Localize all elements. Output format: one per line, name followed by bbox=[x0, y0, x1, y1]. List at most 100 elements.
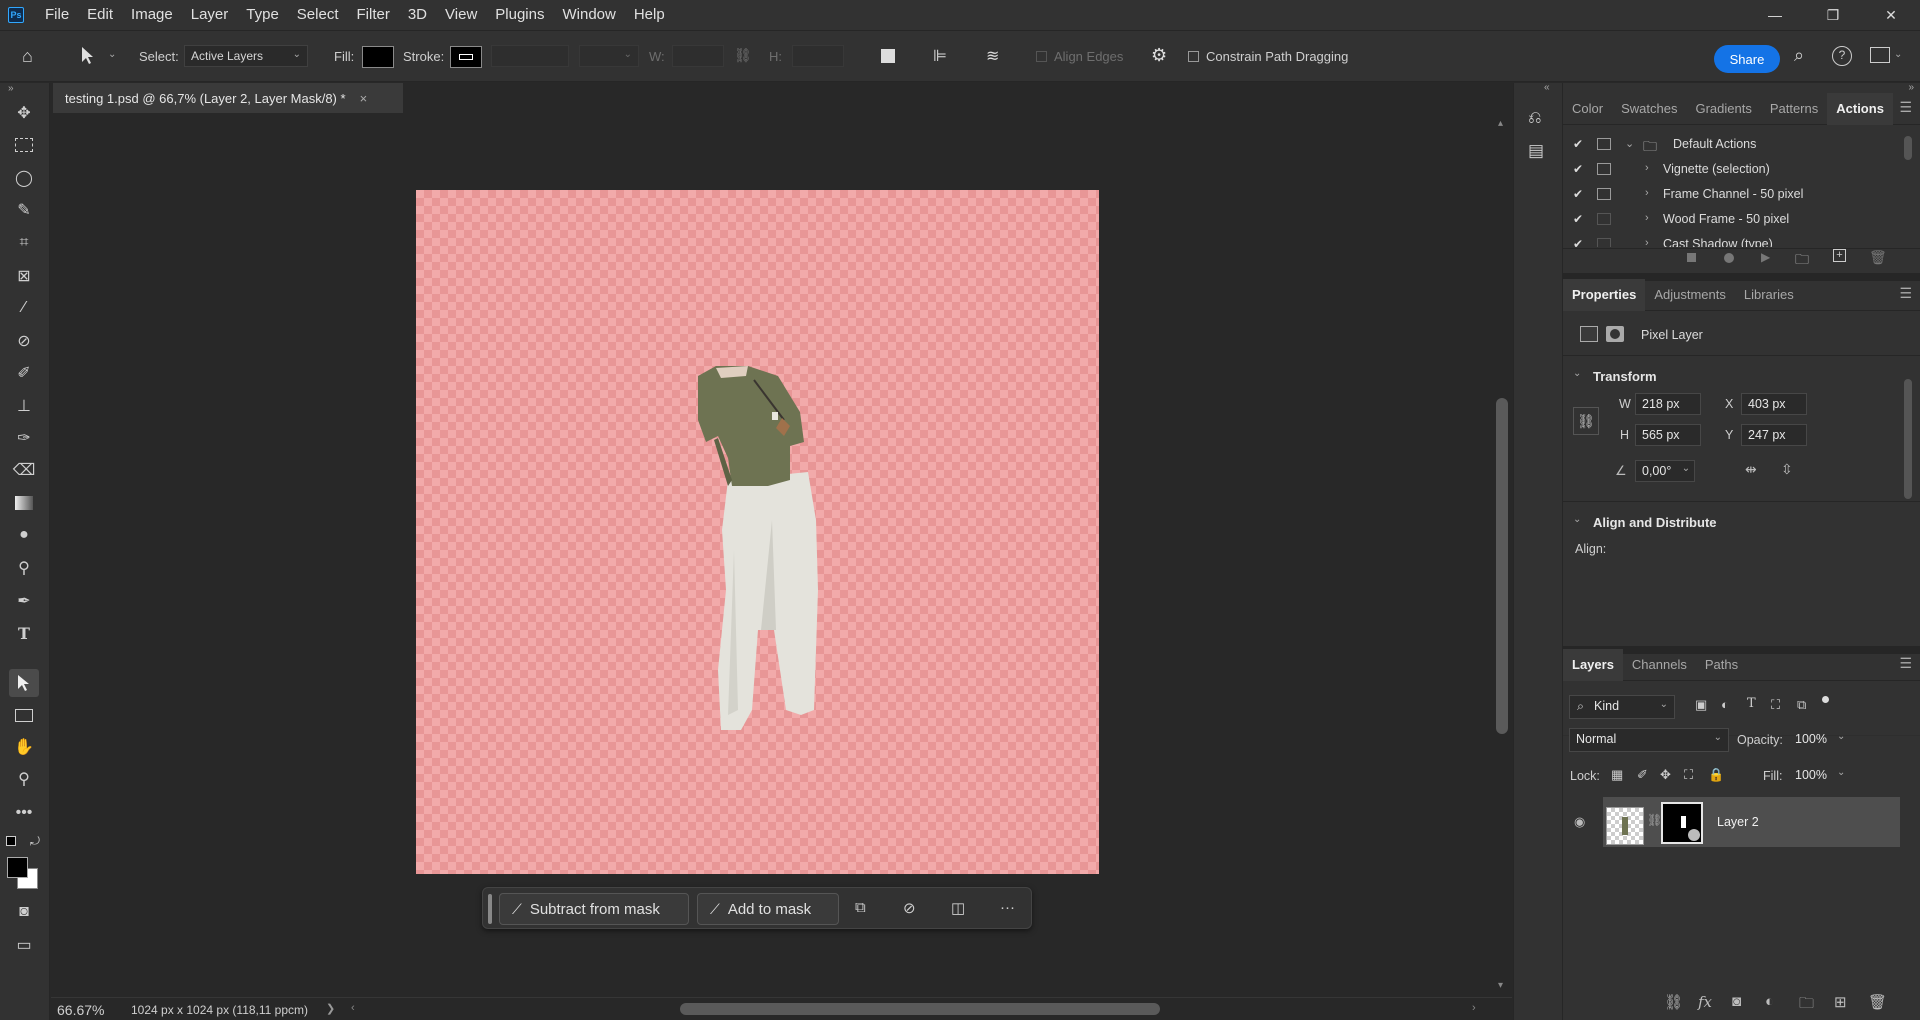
gear-icon[interactable]: ⚙ bbox=[1151, 45, 1167, 66]
panel-menu-icon[interactable]: ☰ bbox=[1899, 655, 1912, 672]
comments-icon[interactable]: ▤ bbox=[1528, 141, 1544, 161]
adjustment-filter-icon[interactable]: ◐ bbox=[1721, 697, 1729, 712]
menu-edit[interactable]: Edit bbox=[78, 0, 122, 30]
menu-window[interactable]: Window bbox=[553, 0, 624, 30]
eye-icon[interactable]: ◉ bbox=[1574, 814, 1585, 830]
select-subject-icon[interactable]: ⧉ bbox=[855, 899, 866, 916]
list-item[interactable]: ✔ › Cast Shadow (type) bbox=[1563, 233, 1903, 247]
stroke-swatch[interactable] bbox=[450, 46, 482, 68]
collapse-icon[interactable]: » bbox=[8, 83, 14, 94]
default-colors-icon[interactable] bbox=[6, 836, 16, 846]
brush-tool-icon[interactable]: ✐ bbox=[9, 359, 39, 387]
add-mask-icon[interactable]: ◙ bbox=[1732, 993, 1741, 1010]
menu-3d[interactable]: 3D bbox=[399, 0, 436, 30]
quick-mask-icon[interactable]: ◙ bbox=[9, 898, 39, 926]
close-button[interactable]: ✕ bbox=[1862, 0, 1920, 30]
select-dropdown[interactable]: Active Layers ⌄ bbox=[184, 45, 308, 67]
scroll-down-icon[interactable]: ▾ bbox=[1498, 980, 1503, 991]
document-tab[interactable]: testing 1.psd @ 66,7% (Layer 2, Layer Ma… bbox=[53, 83, 403, 113]
menu-view[interactable]: View bbox=[436, 0, 486, 30]
search-icon[interactable]: ⌕ bbox=[1794, 45, 1804, 66]
horizontal-scroll-thumb[interactable] bbox=[680, 1003, 1160, 1015]
lasso-tool-icon[interactable]: ◯ bbox=[9, 164, 39, 192]
layer-thumbnail[interactable] bbox=[1606, 807, 1644, 845]
quick-selection-tool-icon[interactable]: ✎ bbox=[9, 196, 39, 224]
help-icon[interactable]: ? bbox=[1832, 46, 1852, 66]
tab-color[interactable]: Color bbox=[1563, 93, 1612, 125]
mask-settings-icon[interactable]: ◫ bbox=[951, 899, 965, 917]
lock-pixels-icon[interactable]: ✐ bbox=[1637, 767, 1648, 783]
chevron-down-icon[interactable]: ⌄ bbox=[1894, 49, 1902, 60]
drag-handle[interactable] bbox=[488, 894, 492, 924]
swap-colors-icon[interactable]: ⤾ bbox=[30, 834, 40, 849]
menu-help[interactable]: Help bbox=[625, 0, 674, 30]
dialog-toggle-icon[interactable] bbox=[1597, 138, 1611, 150]
fx-icon[interactable]: fx bbox=[1698, 993, 1712, 1011]
fill-field[interactable]: 100% bbox=[1789, 765, 1841, 787]
adjustment-layer-icon[interactable]: ◐ bbox=[1765, 993, 1774, 1010]
layer-name[interactable]: Layer 2 bbox=[1717, 815, 1759, 829]
menu-type[interactable]: Type bbox=[237, 0, 288, 30]
new-layer-icon[interactable]: ⊞ bbox=[1834, 993, 1847, 1011]
image-filter-icon[interactable]: ▣ bbox=[1695, 697, 1707, 713]
scroll-left-icon[interactable]: ‹ bbox=[351, 1002, 355, 1014]
close-icon[interactable]: × bbox=[360, 91, 368, 106]
dialog-toggle-icon[interactable] bbox=[1597, 163, 1611, 175]
zoom-tool-icon[interactable]: ⚲ bbox=[9, 765, 39, 793]
lock-all-icon[interactable]: 🔒 bbox=[1708, 767, 1724, 783]
menu-image[interactable]: Image bbox=[122, 0, 182, 30]
minimize-button[interactable]: — bbox=[1746, 0, 1804, 30]
collapse-icon[interactable]: « bbox=[1544, 82, 1550, 93]
blur-tool-icon[interactable]: ● bbox=[9, 521, 39, 549]
chevron-down-icon[interactable]: ⌄ bbox=[1837, 767, 1845, 778]
frame-tool-icon[interactable]: ⊠ bbox=[9, 262, 39, 290]
width-field[interactable]: 218 px bbox=[1635, 393, 1701, 415]
document-canvas[interactable] bbox=[416, 190, 1099, 874]
properties-scrollbar[interactable] bbox=[1903, 363, 1913, 599]
menu-select[interactable]: Select bbox=[288, 0, 348, 30]
more-tools-icon[interactable]: ••• bbox=[9, 799, 39, 827]
dialog-toggle-icon[interactable] bbox=[1597, 238, 1611, 247]
record-icon[interactable] bbox=[1724, 253, 1734, 263]
list-item[interactable]: ✔ ⌄ 🗀 Default Actions bbox=[1563, 133, 1903, 157]
new-action-icon[interactable]: + bbox=[1833, 249, 1846, 262]
eyedropper-tool-icon[interactable]: ⁄ bbox=[9, 294, 39, 322]
mask-icon[interactable] bbox=[1606, 326, 1624, 342]
collapse-icon[interactable]: » bbox=[1908, 82, 1914, 93]
menu-plugins[interactable]: Plugins bbox=[486, 0, 553, 30]
chevron-right-icon[interactable]: › bbox=[1645, 237, 1649, 247]
link-icon[interactable]: ⛓ bbox=[734, 47, 752, 64]
menu-filter[interactable]: Filter bbox=[348, 0, 399, 30]
share-button[interactable]: Share bbox=[1714, 45, 1780, 73]
history-brush-tool-icon[interactable]: ✑ bbox=[9, 424, 39, 452]
layer-row[interactable]: ⛓ Layer 2 bbox=[1603, 797, 1900, 847]
tab-adjustments[interactable]: Adjustments bbox=[1645, 279, 1735, 311]
link-icon[interactable]: ⛓ bbox=[1647, 813, 1662, 827]
panel-menu-icon[interactable]: ☰ bbox=[1899, 285, 1912, 302]
add-to-mask-button[interactable]: ⟋ Add to mask bbox=[697, 893, 839, 925]
disable-mask-icon[interactable]: ⊘ bbox=[903, 899, 916, 917]
foreground-color-swatch[interactable] bbox=[7, 857, 28, 878]
vertical-scroll-thumb[interactable] bbox=[1496, 398, 1508, 734]
gradient-tool-icon[interactable] bbox=[9, 489, 39, 517]
panel-menu-icon[interactable]: ☰ bbox=[1899, 99, 1912, 116]
rectangle-tool-icon[interactable] bbox=[9, 701, 39, 729]
dialog-toggle-icon[interactable] bbox=[1597, 188, 1611, 200]
screen-mode-icon[interactable]: ▭ bbox=[9, 931, 39, 959]
link-layers-icon[interactable]: ⛓ bbox=[1664, 993, 1683, 1011]
fill-swatch[interactable] bbox=[362, 46, 394, 68]
checkmark-icon[interactable]: ✔ bbox=[1573, 162, 1583, 176]
chevron-down-icon[interactable]: ⌄ bbox=[1837, 731, 1845, 742]
tab-paths[interactable]: Paths bbox=[1696, 649, 1747, 681]
play-icon[interactable]: ▶ bbox=[1761, 250, 1770, 264]
chevron-right-icon[interactable]: › bbox=[1645, 212, 1649, 224]
new-set-icon[interactable]: 🗀 bbox=[1795, 249, 1809, 273]
scroll-up-icon[interactable]: ▴ bbox=[1498, 118, 1503, 129]
hand-tool-icon[interactable]: ✋ bbox=[9, 733, 39, 761]
stroke-width-field[interactable] bbox=[491, 45, 569, 67]
healing-brush-tool-icon[interactable]: ⊘ bbox=[9, 327, 39, 355]
list-item[interactable]: ✔ › Vignette (selection) bbox=[1563, 158, 1903, 182]
tab-actions[interactable]: Actions bbox=[1827, 92, 1893, 125]
constrain-path-checkbox[interactable] bbox=[1188, 51, 1199, 62]
type-filter-icon[interactable]: T bbox=[1747, 696, 1756, 711]
